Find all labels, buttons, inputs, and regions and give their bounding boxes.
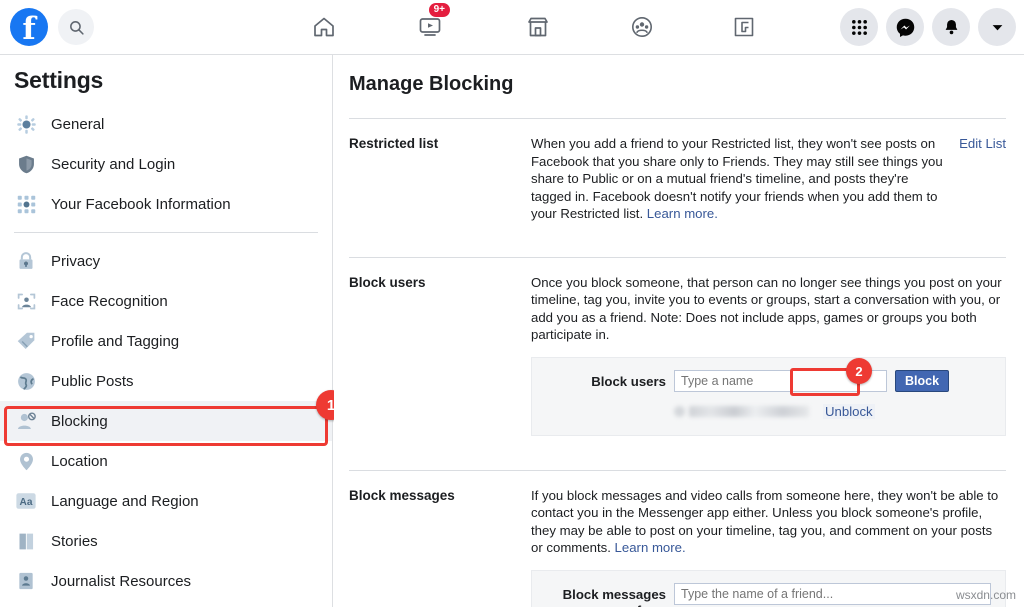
settings-sidebar: Settings General Security and Login Your… <box>0 55 333 607</box>
book-icon <box>14 529 38 553</box>
block-users-form-panel: Block users Block Unblock <box>531 356 1006 436</box>
sidebar-item-label: Blocking <box>51 412 108 430</box>
restricted-list-label: Restricted list <box>349 136 439 151</box>
notifications-bell-icon[interactable] <box>932 8 970 46</box>
topbar-left-group: f <box>0 8 94 46</box>
location-pin-icon <box>14 449 38 473</box>
block-users-form-row: Block users Block <box>532 369 993 392</box>
restricted-list-description-text: When you add a friend to your Restricted… <box>531 136 943 221</box>
watch-icon[interactable]: 9+ <box>406 3 454 51</box>
sidebar-item-label: Public Posts <box>51 372 134 390</box>
globe-icon <box>14 369 38 393</box>
topbar-nav-group: 9+ <box>268 0 768 54</box>
sidebar-divider <box>14 232 318 233</box>
sidebar-item-label: Language and Region <box>51 492 199 510</box>
section-restricted-list: Restricted list When you add a friend to… <box>334 119 1024 235</box>
sidebar-item-your-facebook-information[interactable]: Your Facebook Information <box>0 184 332 224</box>
watch-notification-badge: 9+ <box>428 3 450 17</box>
sidebar-item-stories[interactable]: Stories <box>0 521 332 561</box>
block-users-description: Once you block someone, that person can … <box>531 274 1002 343</box>
account-chevron-down-icon[interactable] <box>978 8 1016 46</box>
blocked-user-row: Unblock <box>674 401 993 423</box>
block-messages-learn-more-link[interactable]: Learn more. <box>615 540 686 555</box>
information-grid-icon <box>14 192 38 216</box>
block-messages-form-panel: Block messages from <box>531 569 1006 607</box>
journalist-card-icon <box>14 569 38 593</box>
sidebar-item-label: General <box>51 115 105 133</box>
sidebar-item-blocking[interactable]: Blocking <box>0 401 332 441</box>
watermark: wsxdn.com <box>955 588 1016 602</box>
block-messages-label: Block messages <box>349 487 455 503</box>
blocked-user-name-redacted <box>689 406 809 417</box>
home-icon[interactable] <box>300 3 348 51</box>
edit-list-link[interactable]: Edit List <box>959 135 1006 223</box>
sidebar-item-general[interactable]: General <box>0 104 332 144</box>
restricted-list-description: When you add a friend to your Restricted… <box>531 135 949 223</box>
facebook-logo-icon[interactable]: f <box>10 8 48 46</box>
menu-grid-icon[interactable] <box>840 8 878 46</box>
sidebar-item-security-and-login[interactable]: Security and Login <box>0 144 332 184</box>
section-block-messages: Block messages If you block messages and… <box>334 471 1024 607</box>
block-messages-description: If you block messages and video calls fr… <box>531 487 1006 557</box>
shield-icon <box>14 152 38 176</box>
sidebar-item-label: Profile and Tagging <box>51 332 180 350</box>
block-messages-description-text: If you block messages and video calls fr… <box>531 487 999 556</box>
sidebar-item-label: Journalist Resources <box>51 572 192 590</box>
lock-icon <box>14 249 38 273</box>
block-messages-form-row: Block messages from <box>532 582 993 607</box>
language-aa-icon: Aa <box>14 489 38 513</box>
sidebar-item-label: Privacy <box>51 252 101 270</box>
topbar-right-group <box>840 0 1016 54</box>
face-recognition-icon <box>14 289 38 313</box>
section-block-users: Block users Once you block someone, that… <box>334 258 1024 448</box>
blocked-user-avatar <box>674 406 685 417</box>
annotation-number-2: 2 <box>846 358 872 384</box>
messenger-icon[interactable] <box>886 8 924 46</box>
gaming-icon[interactable] <box>720 3 768 51</box>
sidebar-item-label: Location <box>51 452 108 470</box>
sidebar-item-label: Stories <box>51 532 98 550</box>
block-users-label: Block users <box>349 274 426 290</box>
facebook-logo-letter: f <box>22 11 36 47</box>
block-button[interactable]: Block <box>895 369 950 392</box>
sidebar-item-profile-and-tagging[interactable]: Profile and Tagging <box>0 321 332 361</box>
groups-icon[interactable] <box>618 3 666 51</box>
block-messages-field-label: Block messages from <box>562 586 666 607</box>
blocked-user-icon <box>14 409 38 433</box>
restricted-learn-more-link[interactable]: Learn more. <box>647 206 718 221</box>
sidebar-item-face-recognition[interactable]: Face Recognition <box>0 281 332 321</box>
sidebar-item-privacy[interactable]: Privacy <box>0 241 332 281</box>
sidebar-item-label: Security and Login <box>51 155 176 173</box>
sidebar-item-label: Face Recognition <box>51 292 168 310</box>
sidebar-item-language-and-region[interactable]: Aa Language and Region <box>0 481 332 521</box>
top-navigation-bar: f 9+ <box>0 0 1024 55</box>
block-messages-input[interactable] <box>674 582 991 605</box>
main-content: Manage Blocking Restricted list When you… <box>334 55 1024 607</box>
sidebar-item-journalist-resources[interactable]: Journalist Resources <box>0 561 332 601</box>
sidebar-item-location[interactable]: Location <box>0 441 332 481</box>
unblock-link[interactable]: Unblock <box>823 404 875 419</box>
manage-blocking-heading: Manage Blocking <box>349 73 514 95</box>
page-title: Settings <box>14 67 104 93</box>
block-users-field-label: Block users <box>591 373 666 389</box>
tag-icon <box>14 329 38 353</box>
gear-icon <box>14 112 38 136</box>
svg-text:Aa: Aa <box>20 497 33 508</box>
sidebar-item-label: Your Facebook Information <box>51 195 231 213</box>
search-icon[interactable] <box>58 9 94 45</box>
marketplace-icon[interactable] <box>514 3 562 51</box>
sidebar-item-public-posts[interactable]: Public Posts <box>0 361 332 401</box>
